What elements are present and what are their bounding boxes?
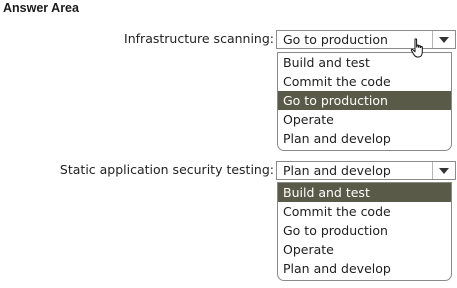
infrastructure-scanning-options: Build and test Commit the code Go to pro… bbox=[277, 52, 452, 151]
option-go-to-production[interactable]: Go to production bbox=[278, 221, 451, 240]
selected-value: Go to production bbox=[283, 32, 388, 47]
hand-pointer-icon bbox=[410, 38, 423, 58]
static-application-security-testing-dropdown: Plan and develop Build and test Commit t… bbox=[276, 161, 456, 281]
static-application-security-testing-label: Static application security testing: bbox=[59, 162, 274, 177]
chevron-down-icon bbox=[439, 37, 449, 43]
infrastructure-scanning-label: Infrastructure scanning: bbox=[124, 31, 274, 46]
dropdown-arrow-button[interactable] bbox=[432, 31, 455, 48]
option-plan-and-develop[interactable]: Plan and develop bbox=[278, 129, 451, 148]
answer-area-title: Answer Area bbox=[3, 1, 79, 15]
static-application-security-testing-options: Build and test Commit the code Go to pro… bbox=[277, 182, 452, 281]
infrastructure-scanning-select[interactable]: Go to production bbox=[276, 30, 456, 49]
option-operate[interactable]: Operate bbox=[278, 240, 451, 259]
dropdown-arrow-button[interactable] bbox=[432, 162, 455, 179]
option-plan-and-develop[interactable]: Plan and develop bbox=[278, 259, 451, 278]
option-commit-the-code[interactable]: Commit the code bbox=[278, 72, 451, 91]
option-operate[interactable]: Operate bbox=[278, 110, 451, 129]
option-commit-the-code[interactable]: Commit the code bbox=[278, 202, 451, 221]
option-build-and-test[interactable]: Build and test bbox=[278, 183, 451, 202]
static-application-security-testing-select[interactable]: Plan and develop bbox=[276, 161, 456, 180]
chevron-down-icon bbox=[439, 168, 449, 174]
option-go-to-production[interactable]: Go to production bbox=[278, 91, 451, 110]
infrastructure-scanning-dropdown: Go to production Build and test Commit t… bbox=[276, 30, 456, 151]
selected-value: Plan and develop bbox=[283, 163, 391, 178]
